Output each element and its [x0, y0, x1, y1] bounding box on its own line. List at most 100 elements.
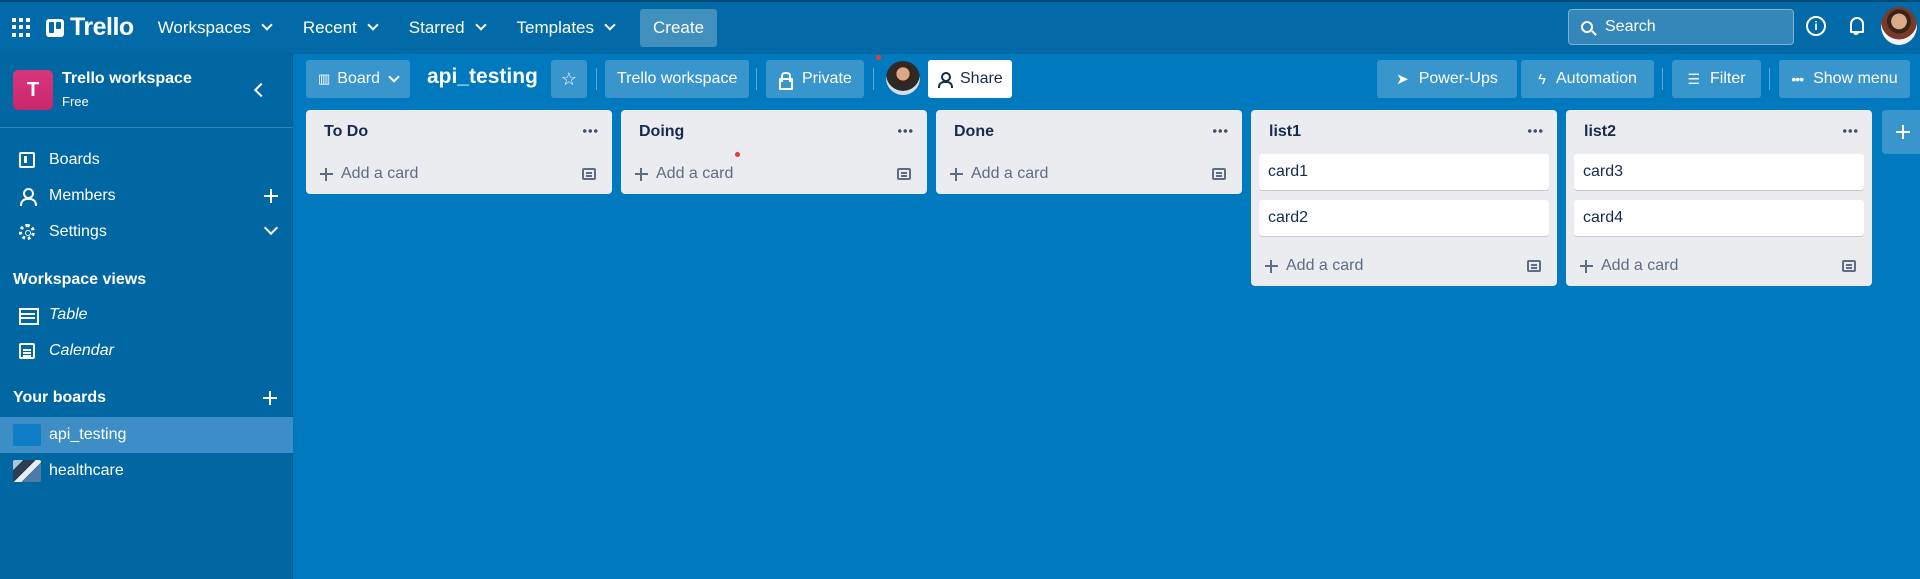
collapse-sidebar-icon[interactable] — [252, 82, 266, 96]
notifications-bell-icon[interactable] — [1848, 16, 1866, 36]
sidebar-board-label: api_testing — [49, 426, 127, 443]
sidebar-board-api-testing[interactable]: api_testing — [0, 417, 293, 453]
board-view-icon: ▥ — [318, 71, 331, 86]
list-actions-icon[interactable] — [1527, 129, 1543, 133]
add-list-button[interactable] — [1882, 110, 1920, 154]
chevron-down-icon — [604, 19, 616, 31]
power-ups-button[interactable]: ➤ Power-Ups — [1377, 60, 1517, 98]
board-thumbnail — [13, 460, 41, 482]
board-thumbnail — [13, 424, 41, 446]
list-actions-icon[interactable] — [1842, 129, 1858, 133]
workspace-name[interactable]: Trello workspace — [62, 70, 192, 88]
add-card-button[interactable]: Add a card — [1251, 246, 1557, 286]
templates-menu-label: Templates — [516, 17, 595, 37]
list-doing: Doing Add a card — [621, 110, 927, 194]
calendar-icon — [19, 343, 35, 359]
add-card-button[interactable]: Add a card — [306, 154, 612, 194]
members-icon — [19, 188, 37, 206]
share-button[interactable]: Share — [928, 60, 1012, 98]
workspaces-menu[interactable]: Workspaces — [148, 10, 281, 46]
board-view-label: Board — [337, 70, 380, 87]
card[interactable]: card4 — [1574, 200, 1864, 236]
card-template-icon[interactable] — [582, 168, 596, 180]
sidebar-item-label: Table — [49, 306, 88, 323]
list-header[interactable]: list1 — [1251, 110, 1557, 154]
divider — [756, 68, 757, 90]
card[interactable]: card3 — [1574, 154, 1864, 190]
divider — [596, 68, 597, 90]
card-template-icon[interactable] — [1212, 168, 1226, 180]
table-icon — [19, 307, 39, 325]
chevron-down-icon — [388, 70, 400, 83]
list-title[interactable]: Done — [954, 123, 994, 141]
search-icon — [1581, 21, 1593, 33]
create-button[interactable]: Create — [640, 8, 718, 47]
list-list2: list2 card3 card4 Add a card — [1566, 110, 1872, 286]
automation-button[interactable]: ϟ Automation — [1521, 60, 1654, 98]
list-done: Done Add a card — [936, 110, 1242, 194]
list-title[interactable]: To Do — [324, 123, 368, 141]
show-menu-button[interactable]: ••• Show menu — [1779, 60, 1910, 98]
list-header[interactable]: To Do — [306, 110, 612, 154]
sidebar-item-members[interactable]: Members — [0, 178, 293, 214]
account-avatar[interactable] — [1881, 7, 1917, 45]
list-title[interactable]: list2 — [1584, 123, 1616, 141]
list-header[interactable]: Doing — [621, 110, 927, 154]
add-person-icon — [938, 72, 953, 88]
plus-icon — [950, 167, 963, 181]
sidebar-item-calendar[interactable]: Calendar — [0, 333, 293, 369]
list-title[interactable]: list1 — [1269, 123, 1301, 141]
more-icon: ••• — [1791, 71, 1804, 87]
list-list1: list1 card1 card2 Add a card — [1251, 110, 1557, 286]
templates-menu[interactable]: Templates — [507, 10, 624, 46]
sidebar-item-label: Members — [49, 187, 116, 204]
board-member-avatar[interactable] — [886, 61, 920, 95]
add-member-icon[interactable] — [264, 189, 278, 203]
filter-button[interactable]: ☰ Filter — [1672, 60, 1761, 98]
app-switcher-icon[interactable] — [12, 17, 32, 38]
sidebar-board-healthcare[interactable]: healthcare — [0, 453, 293, 489]
workspace-views-heading: Workspace views — [13, 271, 147, 288]
show-menu-label: Show menu — [1813, 70, 1898, 87]
search-input[interactable]: Search — [1568, 9, 1794, 45]
list-actions-icon[interactable] — [582, 129, 598, 133]
list-header[interactable]: Done — [936, 110, 1242, 154]
lock-icon — [778, 72, 793, 90]
lightning-icon: ϟ — [1538, 70, 1546, 88]
list-actions-icon[interactable] — [897, 129, 913, 133]
add-card-label: Add a card — [341, 165, 419, 182]
board-view-switcher[interactable]: ▥ Board — [306, 60, 410, 98]
sidebar-item-label: Settings — [49, 223, 107, 240]
logo-text: Trello — [70, 13, 134, 41]
workspace-avatar: T — [13, 70, 53, 110]
card-template-icon[interactable] — [897, 168, 911, 180]
list-header[interactable]: list2 — [1566, 110, 1872, 154]
chevron-down-icon — [261, 19, 273, 31]
rocket-icon: ➤ — [1396, 71, 1409, 88]
card-template-icon[interactable] — [1842, 260, 1856, 272]
starred-menu[interactable]: Starred — [399, 10, 495, 46]
add-card-button[interactable]: Add a card — [936, 154, 1242, 194]
sidebar-item-boards[interactable]: Boards — [0, 142, 293, 178]
add-board-icon[interactable] — [263, 391, 277, 405]
info-icon[interactable]: i — [1806, 16, 1826, 36]
recent-menu[interactable]: Recent — [293, 10, 387, 46]
card-template-icon[interactable] — [1527, 260, 1541, 272]
plus-icon — [1580, 259, 1593, 273]
card[interactable]: card1 — [1259, 154, 1549, 190]
list-actions-icon[interactable] — [1212, 129, 1228, 133]
workspace-visibility-button[interactable]: Trello workspace — [605, 60, 750, 98]
workspace-header: T Trello workspace Free — [0, 54, 293, 128]
add-card-button[interactable]: Add a card — [1566, 246, 1872, 286]
power-ups-label: Power-Ups — [1418, 70, 1498, 87]
add-card-button[interactable]: Add a card — [621, 154, 927, 194]
sidebar-item-table[interactable]: Table — [0, 297, 293, 333]
private-visibility-button[interactable]: Private — [766, 60, 864, 98]
board-title[interactable]: api_testing — [427, 65, 538, 89]
card[interactable]: card2 — [1259, 200, 1549, 236]
sidebar-item-settings[interactable]: Settings — [0, 214, 293, 250]
star-board-icon[interactable]: ☆ — [551, 60, 587, 98]
share-label: Share — [960, 70, 1003, 87]
trello-logo[interactable]: Trello — [46, 13, 134, 42]
list-title[interactable]: Doing — [639, 123, 684, 141]
